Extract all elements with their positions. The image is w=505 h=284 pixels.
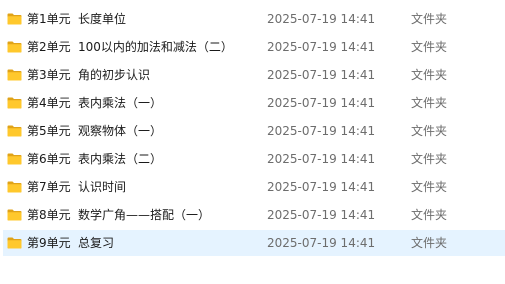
- folder-icon: [7, 125, 22, 137]
- file-type: 文件夹: [411, 12, 448, 26]
- date-modified: 2025-07-19 14:41: [267, 40, 376, 54]
- folder-icon: [7, 13, 22, 25]
- file-row[interactable]: 第8单元 数学广角——搭配（一） 2025-07-19 14:41 文件夹: [0, 201, 505, 229]
- file-type: 文件夹: [411, 236, 448, 250]
- file-type: 文件夹: [411, 68, 448, 82]
- unit-label: 第8单元: [27, 208, 71, 222]
- file-name: 第4单元 表内乘法（一）: [27, 89, 162, 117]
- file-list: 第1单元 长度单位 2025-07-19 14:41 文件夹 第2单元 100以内的…: [0, 0, 505, 284]
- date-modified: 2025-07-19 14:41: [267, 152, 376, 166]
- file-type: 文件夹: [411, 208, 448, 222]
- unit-title: 观察物体（一）: [78, 124, 163, 138]
- file-name: 第3单元 角的初步认识: [27, 61, 150, 89]
- file-row[interactable]: 第2单元 100以内的加法和减法（二） 2025-07-19 14:41 文件夹: [0, 33, 505, 61]
- file-row[interactable]: 第5单元 观察物体（一） 2025-07-19 14:41 文件夹: [0, 117, 505, 145]
- date-modified: 2025-07-19 14:41: [267, 180, 376, 194]
- unit-label: 第2单元: [27, 40, 71, 54]
- unit-label: 第7单元: [27, 180, 71, 194]
- file-type: 文件夹: [411, 180, 448, 194]
- date-modified: 2025-07-19 14:41: [267, 208, 376, 222]
- file-type: 文件夹: [411, 96, 448, 110]
- unit-title: 长度单位: [78, 12, 127, 26]
- file-row[interactable]: 第6单元 表内乘法（二） 2025-07-19 14:41 文件夹: [0, 145, 505, 173]
- folder-icon: [7, 237, 22, 249]
- file-type: 文件夹: [411, 40, 448, 54]
- folder-icon: [7, 209, 22, 221]
- unit-label: 第6单元: [27, 152, 71, 166]
- file-name: 第8单元 数学广角——搭配（一）: [27, 201, 210, 229]
- file-row[interactable]: 第4单元 表内乘法（一） 2025-07-19 14:41 文件夹: [0, 89, 505, 117]
- unit-title: 表内乘法（二）: [78, 152, 163, 166]
- file-name: 第1单元 长度单位: [27, 5, 126, 33]
- folder-icon: [7, 69, 22, 81]
- unit-label: 第3单元: [27, 68, 71, 82]
- date-modified: 2025-07-19 14:41: [267, 236, 376, 250]
- file-row-selected[interactable]: 第9单元 总复习 2025-07-19 14:41 文件夹: [0, 229, 505, 257]
- unit-label: 第5单元: [27, 124, 71, 138]
- unit-title: 表内乘法（一）: [78, 96, 163, 110]
- folder-icon: [7, 153, 22, 165]
- unit-title: 100以内的加法和减法（二）: [78, 40, 233, 54]
- folder-icon: [7, 41, 22, 53]
- unit-title: 总复习: [78, 236, 115, 250]
- unit-title: 数学广角——搭配（一）: [78, 208, 211, 222]
- file-row[interactable]: 第3单元 角的初步认识 2025-07-19 14:41 文件夹: [0, 61, 505, 89]
- unit-label: 第4单元: [27, 96, 71, 110]
- file-name: 第2单元 100以内的加法和减法（二）: [27, 33, 233, 61]
- unit-title: 认识时间: [78, 180, 127, 194]
- file-type: 文件夹: [411, 124, 448, 138]
- file-name: 第6单元 表内乘法（二）: [27, 145, 162, 173]
- file-type: 文件夹: [411, 152, 448, 166]
- folder-icon: [7, 97, 22, 109]
- file-name: 第7单元 认识时间: [27, 173, 126, 201]
- date-modified: 2025-07-19 14:41: [267, 124, 376, 138]
- file-name: 第9单元 总复习: [27, 229, 114, 257]
- unit-label: 第1单元: [27, 12, 71, 26]
- date-modified: 2025-07-19 14:41: [267, 68, 376, 82]
- date-modified: 2025-07-19 14:41: [267, 96, 376, 110]
- date-modified: 2025-07-19 14:41: [267, 12, 376, 26]
- file-name: 第5单元 观察物体（一）: [27, 117, 162, 145]
- unit-label: 第9单元: [27, 236, 71, 250]
- folder-icon: [7, 181, 22, 193]
- file-row[interactable]: 第1单元 长度单位 2025-07-19 14:41 文件夹: [0, 5, 505, 33]
- unit-title: 角的初步认识: [78, 68, 151, 82]
- file-row[interactable]: 第7单元 认识时间 2025-07-19 14:41 文件夹: [0, 173, 505, 201]
